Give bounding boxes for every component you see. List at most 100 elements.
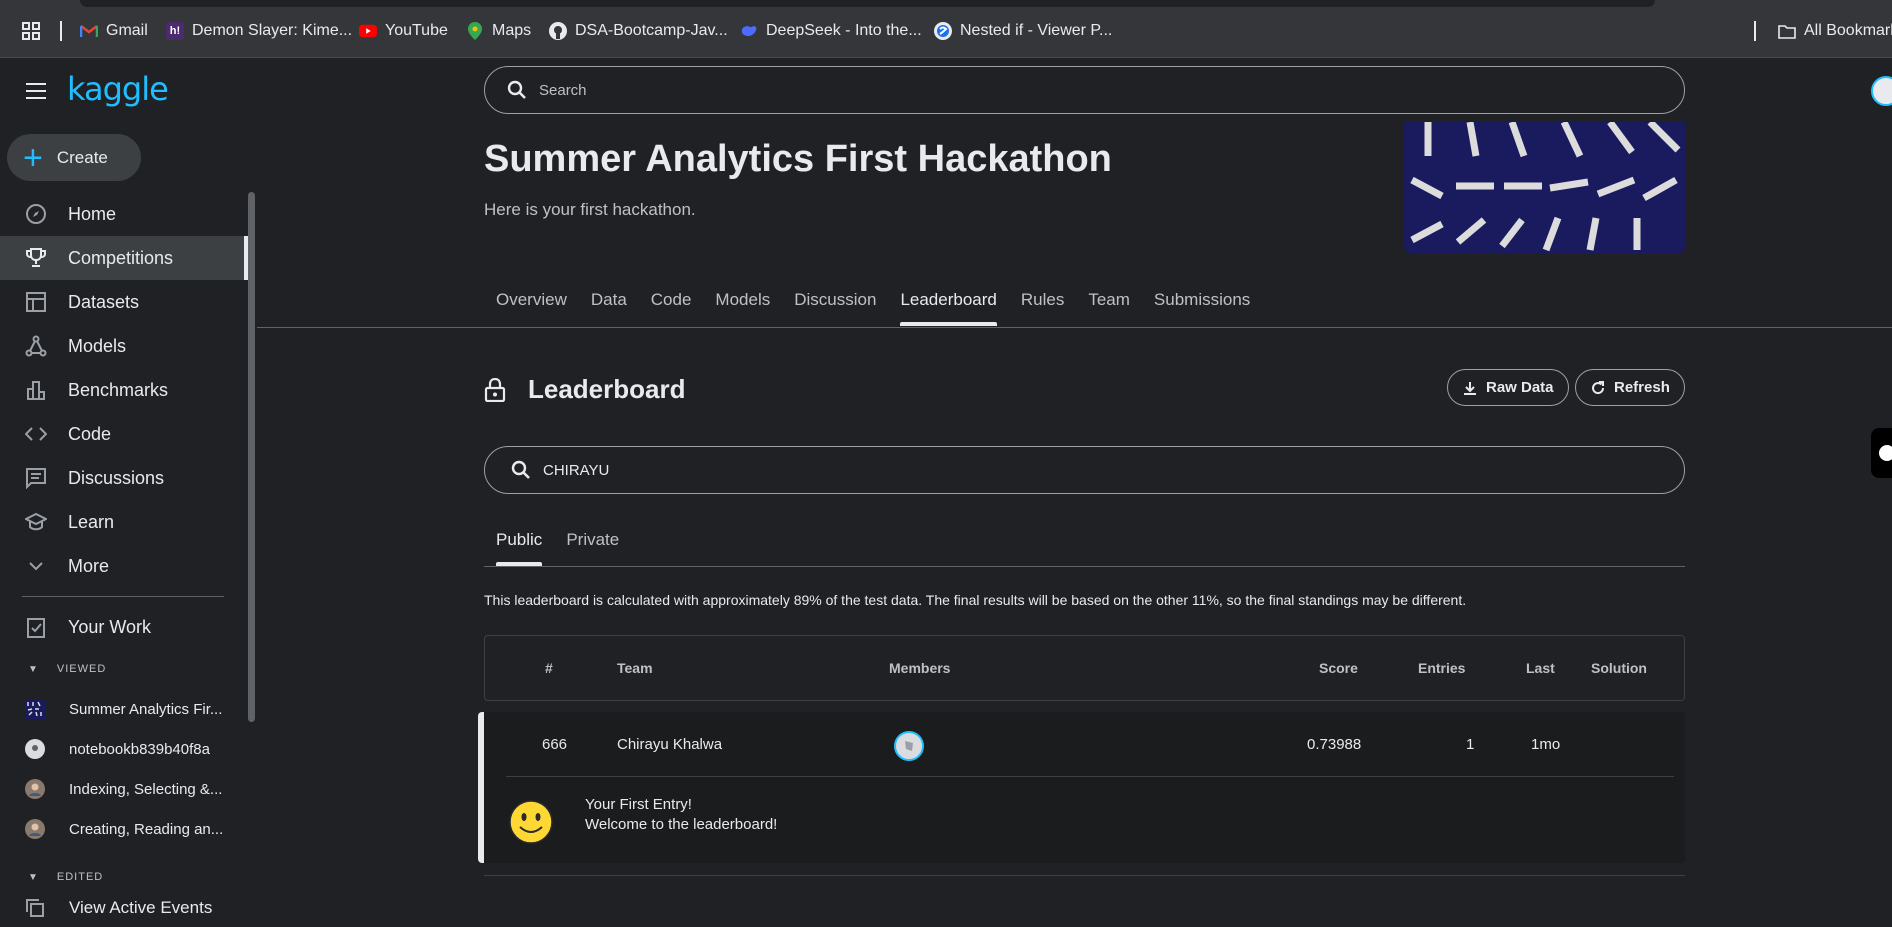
sidebar-item-home[interactable]: Home xyxy=(0,192,248,236)
leaderboard-subtabs: Public Private xyxy=(484,530,631,566)
table-header: # Team Members Score Entries Last Soluti… xyxy=(484,635,1685,701)
table-bottom-divider xyxy=(484,875,1685,876)
row-last: 1mo xyxy=(1531,736,1561,753)
sidebar-item-label: Code xyxy=(68,423,112,444)
sidebar-item-your-work[interactable]: Your Work xyxy=(0,605,248,649)
feedback-tab[interactable] xyxy=(1871,428,1892,478)
bookmark-label: DSA-Bootcamp-Jav... xyxy=(575,22,728,39)
sidebar-item-discussions[interactable]: Discussions xyxy=(0,456,248,500)
bookmark-demon-slayer[interactable]: h! Demon Slayer: Kime... xyxy=(166,20,352,42)
sidebar-item-datasets[interactable]: Datasets xyxy=(0,280,248,324)
gmail-icon xyxy=(80,22,98,40)
sidebar-scrollbar[interactable] xyxy=(248,192,255,722)
all-bookmarks-label: All Bookmarks xyxy=(1804,22,1892,39)
refresh-icon xyxy=(1590,380,1606,396)
sidebar-item-label: Your Work xyxy=(68,616,152,637)
apps-icon[interactable] xyxy=(22,20,40,42)
bookmark-gmail[interactable]: Gmail xyxy=(80,20,148,42)
bookmark-separator xyxy=(60,21,62,41)
tab-discussion[interactable]: Discussion xyxy=(782,290,888,326)
sidebar-item-code[interactable]: Code xyxy=(0,412,248,456)
youtube-icon xyxy=(359,22,377,40)
tab-rules[interactable]: Rules xyxy=(1009,290,1076,326)
competition-banner xyxy=(1404,122,1685,254)
bookmark-maps[interactable]: Maps xyxy=(466,20,531,42)
tab-submissions[interactable]: Submissions xyxy=(1142,290,1262,326)
github-icon xyxy=(549,22,567,40)
bookmark-youtube[interactable]: YouTube xyxy=(359,20,448,42)
raw-data-button[interactable]: Raw Data xyxy=(1447,369,1569,406)
bookmark-label: DeepSeek - Into the... xyxy=(766,22,922,39)
row-divider xyxy=(506,776,1674,777)
search-placeholder: Search xyxy=(539,81,587,99)
column-last[interactable]: Last xyxy=(1526,660,1555,676)
viewed-section-toggle[interactable]: ▼ VIEWED xyxy=(28,663,106,675)
recent-item-label: Indexing, Selecting &... xyxy=(69,780,223,798)
menu-icon[interactable] xyxy=(26,83,46,99)
sidebar-item-label: Discussions xyxy=(68,467,165,488)
recent-item[interactable]: notebookb839b40f8a xyxy=(0,731,248,767)
search-bar[interactable]: Search xyxy=(484,66,1685,114)
avatar[interactable] xyxy=(1871,76,1892,106)
models-icon xyxy=(24,334,48,358)
tab-models[interactable]: Models xyxy=(703,290,782,326)
tab-team[interactable]: Team xyxy=(1076,290,1142,326)
member-avatar[interactable] xyxy=(894,731,924,761)
leaderboard-note: This leaderboard is calculated with appr… xyxy=(484,592,1467,608)
bookmarks-bar: Gmail h! Demon Slayer: Kime... YouTube M… xyxy=(0,0,1892,58)
kaggle-logo[interactable]: kaggle xyxy=(67,70,169,108)
tab-leaderboard[interactable]: Leaderboard xyxy=(888,290,1008,326)
lock-icon xyxy=(484,378,506,402)
all-bookmarks-button[interactable]: All Bookmarks xyxy=(1778,20,1892,42)
recent-item[interactable]: Summer Analytics Fir... xyxy=(0,691,248,727)
tab-private[interactable]: Private xyxy=(554,530,631,566)
refresh-button[interactable]: Refresh xyxy=(1575,369,1685,406)
tabs-divider xyxy=(257,327,1892,328)
sidebar-item-label: Models xyxy=(68,335,127,356)
edited-label: EDITED xyxy=(56,871,104,883)
plus-icon: + xyxy=(23,138,43,177)
school-icon xyxy=(24,510,48,534)
bookmark-nested-if[interactable]: Nested if - Viewer P... xyxy=(934,20,1112,42)
bookmark-label: YouTube xyxy=(385,22,448,39)
sidebar-item-label: Datasets xyxy=(68,291,140,312)
tab-data[interactable]: Data xyxy=(579,290,639,326)
bookmark-label: Demon Slayer: Kime... xyxy=(192,22,353,39)
tab-code[interactable]: Code xyxy=(639,290,704,326)
edited-section-toggle[interactable]: ▼ EDITED xyxy=(28,871,103,883)
search-icon xyxy=(507,80,526,99)
trophy-icon xyxy=(24,246,48,270)
tab-overview[interactable]: Overview xyxy=(484,290,579,326)
sidebar-item-models[interactable]: Models xyxy=(0,324,248,368)
column-entries[interactable]: Entries xyxy=(1418,660,1465,676)
bookmark-deepseek[interactable]: DeepSeek - Into the... xyxy=(740,20,922,42)
leaderboard-search[interactable] xyxy=(484,446,1685,494)
avatar-icon xyxy=(25,819,45,839)
sidebar-item-competitions[interactable]: Competitions xyxy=(0,236,248,280)
column-rank[interactable]: # xyxy=(545,660,553,676)
column-score[interactable]: Score xyxy=(1319,660,1358,676)
recent-item[interactable]: Indexing, Selecting &... xyxy=(0,771,248,807)
recent-item[interactable]: Creating, Reading an... xyxy=(0,811,248,847)
leaderboard-search-input[interactable] xyxy=(543,461,1543,479)
tab-public[interactable]: Public xyxy=(484,530,554,566)
create-button[interactable]: + Create xyxy=(7,134,141,181)
column-team[interactable]: Team xyxy=(617,660,653,676)
row-score: 0.73988 xyxy=(1307,736,1362,753)
recent-item[interactable]: View Active Events xyxy=(0,890,248,926)
download-icon xyxy=(1462,380,1478,396)
smiley-icon xyxy=(509,800,553,844)
bookmark-github[interactable]: DSA-Bootcamp-Jav... xyxy=(549,20,728,42)
caret-down-icon: ▼ xyxy=(28,663,39,675)
sidebar-item-learn[interactable]: Learn xyxy=(0,500,248,544)
sidebar-divider xyxy=(22,596,224,597)
leaderboard-title: Leaderboard xyxy=(528,374,686,404)
bookmark-label: Gmail xyxy=(106,22,148,39)
row-team[interactable]: Chirayu Khalwa xyxy=(617,736,722,753)
create-label: Create xyxy=(56,147,108,167)
sidebar-item-benchmarks[interactable]: Benchmarks xyxy=(0,368,248,412)
chevron-down-icon xyxy=(24,554,48,578)
table-row: 666 Chirayu Khalwa 0.73988 1 1mo Your Fi… xyxy=(478,712,1685,863)
column-members: Members xyxy=(889,660,951,676)
sidebar-item-more[interactable]: More xyxy=(0,544,248,588)
